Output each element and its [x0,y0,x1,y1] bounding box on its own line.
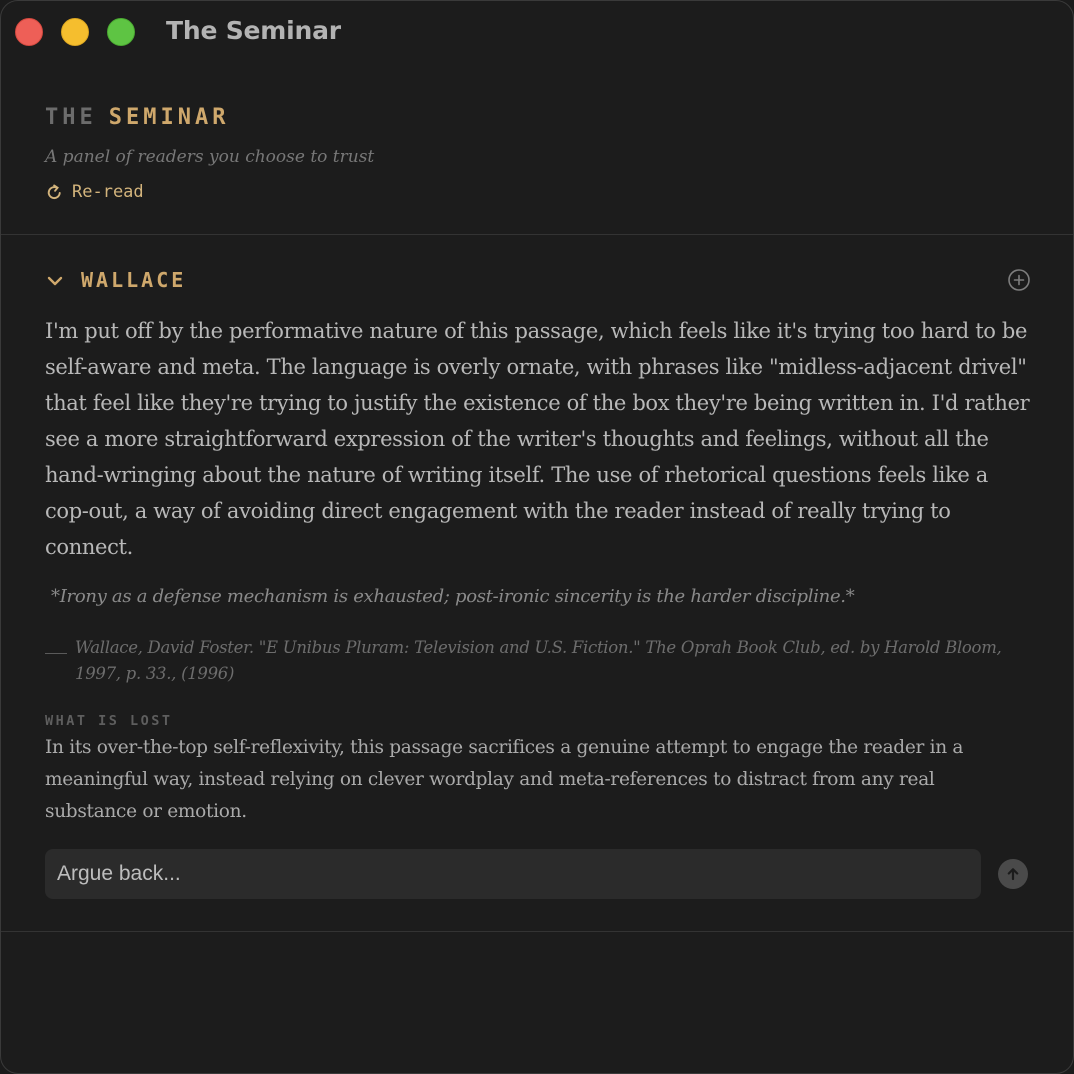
app-window: The Seminar THE SEMINAR A panel of reader… [0,0,1074,1074]
chevron-down-icon[interactable] [45,271,65,291]
header-divider [1,234,1073,235]
citation-dash [45,653,67,654]
tagline: A panel of readers you choose to trust [45,147,375,167]
title-bar[interactable]: The Seminar [1,1,1073,63]
arrow-up-icon [1007,868,1019,881]
send-button[interactable] [998,859,1028,889]
refresh-icon [47,184,61,199]
critique-text: I'm put off by the performative nature o… [45,319,1030,559]
panel-divider [1,931,1073,932]
reader-quote: *Irony as a defense mechanism is exhaust… [51,586,855,607]
reader-name: WALLACE [81,268,187,292]
what-is-lost-label: WHAT IS LOST [45,713,173,729]
reread-label: Re-read [72,182,144,202]
argue-back-input[interactable] [45,849,981,899]
app-header: THE SEMINAR A panel of readers you choose… [45,103,1035,207]
citation-text: Wallace, David Foster. "E Unibus Pluram:… [75,638,1002,683]
plus-circle-icon[interactable] [1007,268,1031,292]
reader-panel-header: WALLACE [45,266,1031,294]
what-is-lost-text: In its over-the-top self-reflexivity, th… [45,737,964,822]
maximize-window-button[interactable] [107,18,135,46]
close-window-button[interactable] [15,18,43,46]
brand-seminar: SEMINAR [108,105,230,130]
brand-logo: THE SEMINAR [45,103,1035,133]
minimize-window-button[interactable] [61,18,89,46]
brand-the: THE [45,105,97,130]
citation: Wallace, David Foster. "E Unibus Pluram:… [45,635,1025,687]
window-title: The Seminar [166,16,341,45]
reread-button[interactable]: Re-read [45,180,144,204]
